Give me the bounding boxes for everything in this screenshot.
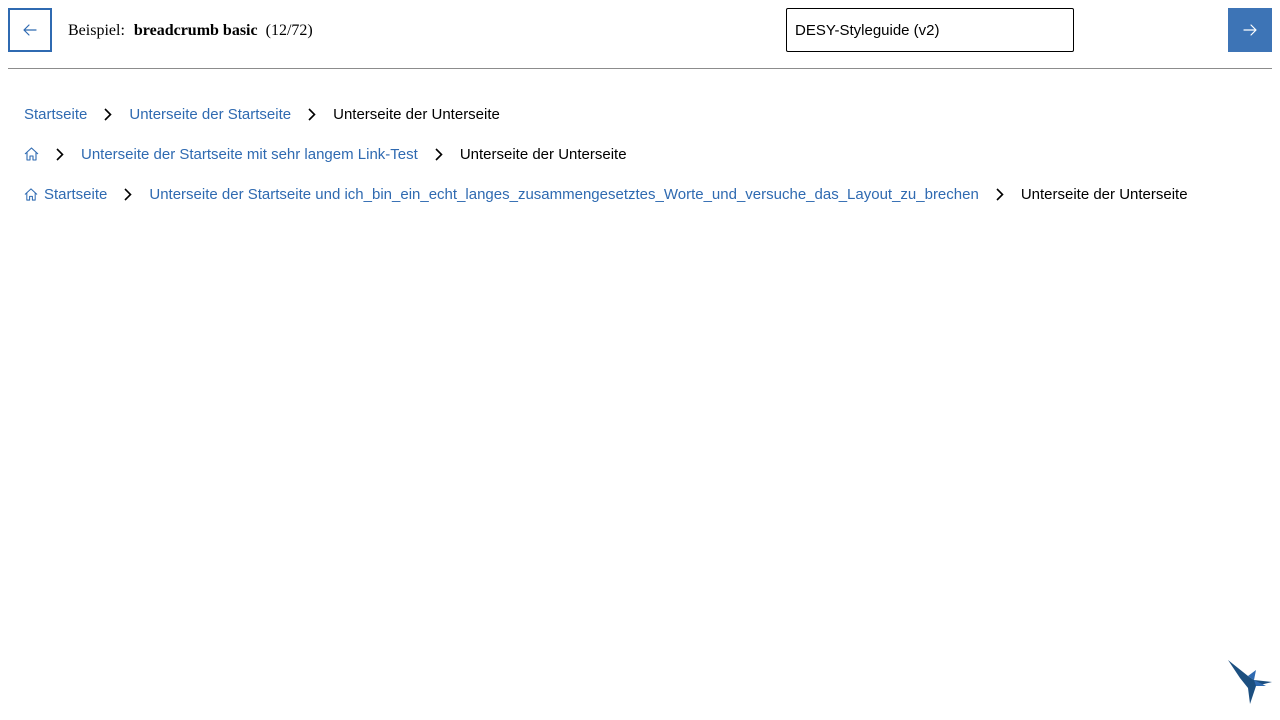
- toolbar: Beispiel: breadcrumb basic (12/72) DESY-…: [0, 0, 1280, 68]
- home-icon: [24, 147, 39, 161]
- breadcrumb: Unterseite der Startseite mit sehr lange…: [24, 142, 627, 166]
- breadcrumb-link-unterseite[interactable]: Unterseite der Startseite: [129, 106, 291, 123]
- breadcrumb: Startseite Unterseite der Startseite Unt…: [24, 102, 500, 126]
- next-example-button[interactable]: [1228, 8, 1272, 52]
- example-prefix: Beispiel:: [68, 22, 125, 39]
- breadcrumb-current: Unterseite der Unterseite: [1020, 185, 1188, 203]
- example-name: breadcrumb basic: [133, 22, 258, 39]
- breadcrumb-home-link[interactable]: [24, 147, 39, 161]
- chevron-right-icon: [87, 107, 129, 121]
- breadcrumb-home-label: Startseite: [44, 185, 108, 203]
- arrow-right-icon: [1243, 24, 1257, 36]
- breadcrumb-current: Unterseite der Unterseite: [333, 105, 500, 123]
- breadcrumb: Startseite Unterseite der Startseite und…: [24, 182, 1188, 206]
- home-icon: [24, 187, 38, 201]
- styleguide-select-value: DESY-Styleguide (v2): [795, 21, 940, 39]
- example-counter: (12/72): [265, 22, 313, 39]
- breadcrumb-link-startseite[interactable]: Startseite: [24, 106, 87, 123]
- styleguide-select[interactable]: DESY-Styleguide (v2): [786, 8, 1074, 52]
- chevron-right-icon: [418, 147, 460, 161]
- breadcrumb-link-unterseite-sehr-lang[interactable]: Unterseite der Startseite und ich_bin_ei…: [149, 186, 978, 203]
- chevron-right-icon: [979, 187, 1021, 201]
- arrow-left-icon: [23, 24, 37, 36]
- example-title: Beispiel: breadcrumb basic (12/72): [68, 21, 313, 41]
- chevron-right-icon: [291, 107, 333, 121]
- header-divider: [8, 68, 1272, 69]
- breadcrumb-home-link[interactable]: Startseite: [24, 186, 107, 203]
- breadcrumb-link-unterseite-lang[interactable]: Unterseite der Startseite mit sehr lange…: [81, 146, 418, 163]
- chevron-right-icon: [107, 187, 149, 201]
- bird-logo-icon: [1226, 656, 1276, 708]
- previous-example-button[interactable]: [8, 8, 52, 52]
- breadcrumb-current: Unterseite der Unterseite: [459, 145, 627, 163]
- chevron-right-icon: [39, 147, 81, 161]
